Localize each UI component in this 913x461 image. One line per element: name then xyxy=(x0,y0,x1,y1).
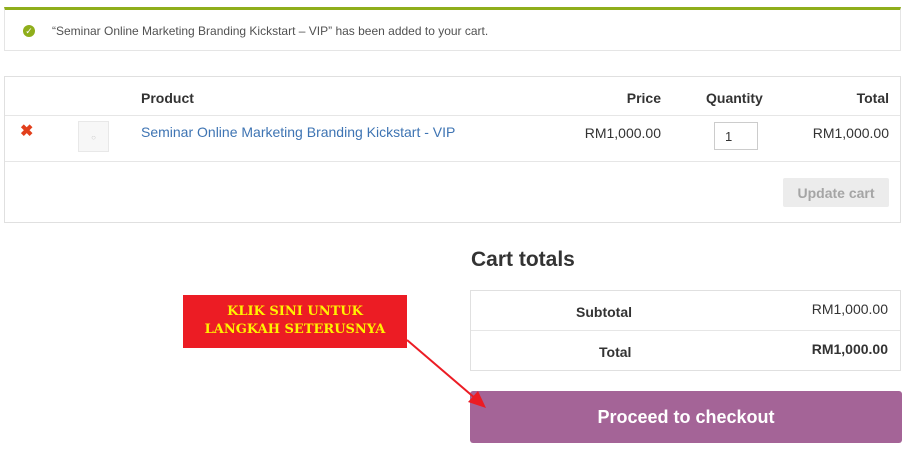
total-value: RM1,000.00 xyxy=(811,341,888,357)
proceed-to-checkout-button[interactable]: Proceed to checkout xyxy=(470,391,902,443)
divider xyxy=(471,330,900,331)
divider xyxy=(5,161,900,162)
callout-line-1: KLIK SINI UNTUK xyxy=(227,304,363,319)
remove-x-icon[interactable]: ✖ xyxy=(20,124,36,140)
check-circle-icon: ✓ xyxy=(23,25,35,37)
total-label: Total xyxy=(599,344,632,360)
callout-line-2: LANGKAH SETERUSNYA xyxy=(204,322,386,337)
placeholder-image-icon[interactable]: ○ xyxy=(78,121,109,152)
header-quantity: Quantity xyxy=(706,90,763,106)
divider xyxy=(5,115,900,116)
cart-notice: ✓ “Seminar Online Marketing Branding Kic… xyxy=(4,7,901,51)
subtotal-value: RM1,000.00 xyxy=(811,301,888,317)
notice-message: “Seminar Online Marketing Branding Kicks… xyxy=(52,24,489,38)
product-total: RM1,000.00 xyxy=(812,125,889,141)
cart-totals-title: Cart totals xyxy=(471,248,575,271)
cart-table: Product Price Quantity Total ✖ ○ Seminar… xyxy=(4,76,901,223)
instruction-callout: KLIK SINI UNTUK LANGKAH SETERUSNYA xyxy=(183,295,407,348)
header-product: Product xyxy=(141,90,194,106)
subtotal-label: Subtotal xyxy=(576,304,632,320)
product-price: RM1,000.00 xyxy=(584,125,661,141)
quantity-input[interactable] xyxy=(714,122,758,150)
product-name-link[interactable]: Seminar Online Marketing Branding Kickst… xyxy=(141,124,455,140)
header-price: Price xyxy=(626,90,661,106)
header-total: Total xyxy=(856,90,889,106)
cart-totals-table: Subtotal RM1,000.00 Total RM1,000.00 xyxy=(470,290,901,371)
update-cart-button[interactable]: Update cart xyxy=(783,178,889,207)
